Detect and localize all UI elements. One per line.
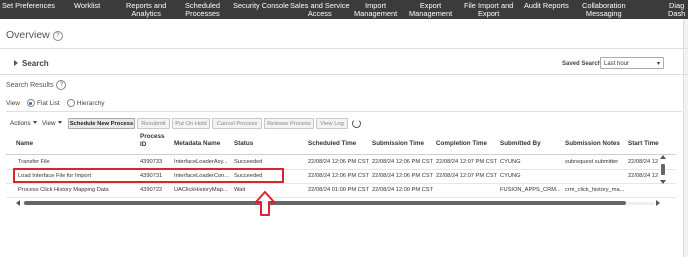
view-log-button[interactable]: View Log: [316, 118, 348, 129]
column-header-submission-time[interactable]: Submission Time: [372, 140, 424, 148]
search-results-title: Search Results?: [6, 80, 67, 90]
scroll-left-icon[interactable]: [16, 200, 20, 206]
table-header-divider: [6, 154, 676, 155]
nav-diag-dash[interactable]: Diag Dash: [668, 2, 685, 18]
actions-menu[interactable]: Actions: [10, 120, 37, 127]
nav-set-preferences[interactable]: Set Preferences: [2, 2, 55, 10]
flat-list-radio[interactable]: [26, 99, 35, 107]
right-edge-panel: [683, 19, 688, 257]
nav-audit-reports[interactable]: Audit Reports: [524, 2, 569, 10]
nav-security-console[interactable]: Security Console: [233, 2, 289, 10]
vertical-scrollbar[interactable]: [660, 150, 666, 188]
nav-worklist[interactable]: Worklist: [74, 2, 100, 10]
horizontal-scrollbar[interactable]: [16, 199, 664, 207]
page-title: Overview?: [6, 29, 63, 41]
divider: [6, 111, 682, 112]
nav-sales-service-access[interactable]: Sales and Service Access: [290, 2, 350, 18]
column-header-name[interactable]: Name: [16, 140, 33, 148]
table-row[interactable]: Process Click History Mapping Data 43907…: [6, 184, 676, 198]
scroll-right-icon[interactable]: [656, 200, 660, 206]
up-arrow-annotation-icon: [255, 191, 275, 216]
caret-down-icon: [32, 121, 37, 124]
refresh-icon[interactable]: [352, 119, 361, 128]
release-process-button[interactable]: Release Process: [264, 118, 314, 129]
divider: [0, 74, 688, 75]
scroll-thumb[interactable]: [661, 164, 665, 175]
column-header-completion-time[interactable]: Completion Time: [436, 140, 487, 148]
top-navigation: Set Preferences Worklist Reports and Ana…: [0, 0, 688, 19]
resubmit-button[interactable]: Resubmit: [137, 118, 170, 129]
column-header-submitted-by[interactable]: Submitted By: [500, 140, 541, 148]
saved-search-label: Saved Search: [562, 61, 602, 67]
column-header-status[interactable]: Status: [234, 140, 253, 148]
nav-scheduled-processes[interactable]: Scheduled Processes: [185, 2, 220, 18]
scroll-thumb[interactable]: [24, 201, 626, 205]
scroll-down-icon[interactable]: [660, 180, 666, 184]
view-options: View Flat List Hierarchy: [6, 99, 105, 107]
column-header-start-time[interactable]: Start Time: [628, 140, 659, 148]
search-toggle[interactable]: Search: [14, 59, 49, 68]
help-icon[interactable]: ?: [56, 80, 67, 90]
nav-collaboration-messaging[interactable]: Collaboration Messaging: [582, 2, 626, 18]
nav-file-import-export[interactable]: File Import and Export: [464, 2, 513, 18]
chevron-down-icon: ▾: [656, 61, 660, 67]
saved-search-select[interactable]: Last hour ▾: [600, 57, 664, 69]
column-header-process-id[interactable]: Process ID: [140, 133, 170, 148]
column-header-submission-notes[interactable]: Submission Notes: [565, 140, 620, 148]
highlight-box: [13, 168, 284, 183]
nav-export-management[interactable]: Export Management: [409, 2, 452, 18]
nav-import-management[interactable]: Import Management: [354, 2, 397, 18]
column-header-scheduled-time[interactable]: Scheduled Time: [308, 140, 356, 148]
schedule-new-process-button[interactable]: Schedule New Process: [68, 118, 135, 129]
caret-down-icon: [57, 121, 62, 124]
put-on-hold-button[interactable]: Put On Hold: [172, 118, 210, 129]
divider: [0, 48, 688, 49]
column-header-metadata-name[interactable]: Metadata Name: [174, 140, 220, 148]
results-toolbar: Actions View Schedule New Process Resubm…: [0, 117, 688, 131]
view-menu[interactable]: View: [42, 120, 62, 127]
scroll-up-icon[interactable]: [660, 155, 666, 159]
hierarchy-radio[interactable]: [66, 99, 75, 107]
disclosure-triangle-icon: [14, 60, 18, 66]
help-icon[interactable]: ?: [52, 31, 63, 41]
nav-reports-analytics[interactable]: Reports and Analytics: [126, 2, 166, 18]
cancel-process-button[interactable]: Cancel Process: [212, 118, 262, 129]
